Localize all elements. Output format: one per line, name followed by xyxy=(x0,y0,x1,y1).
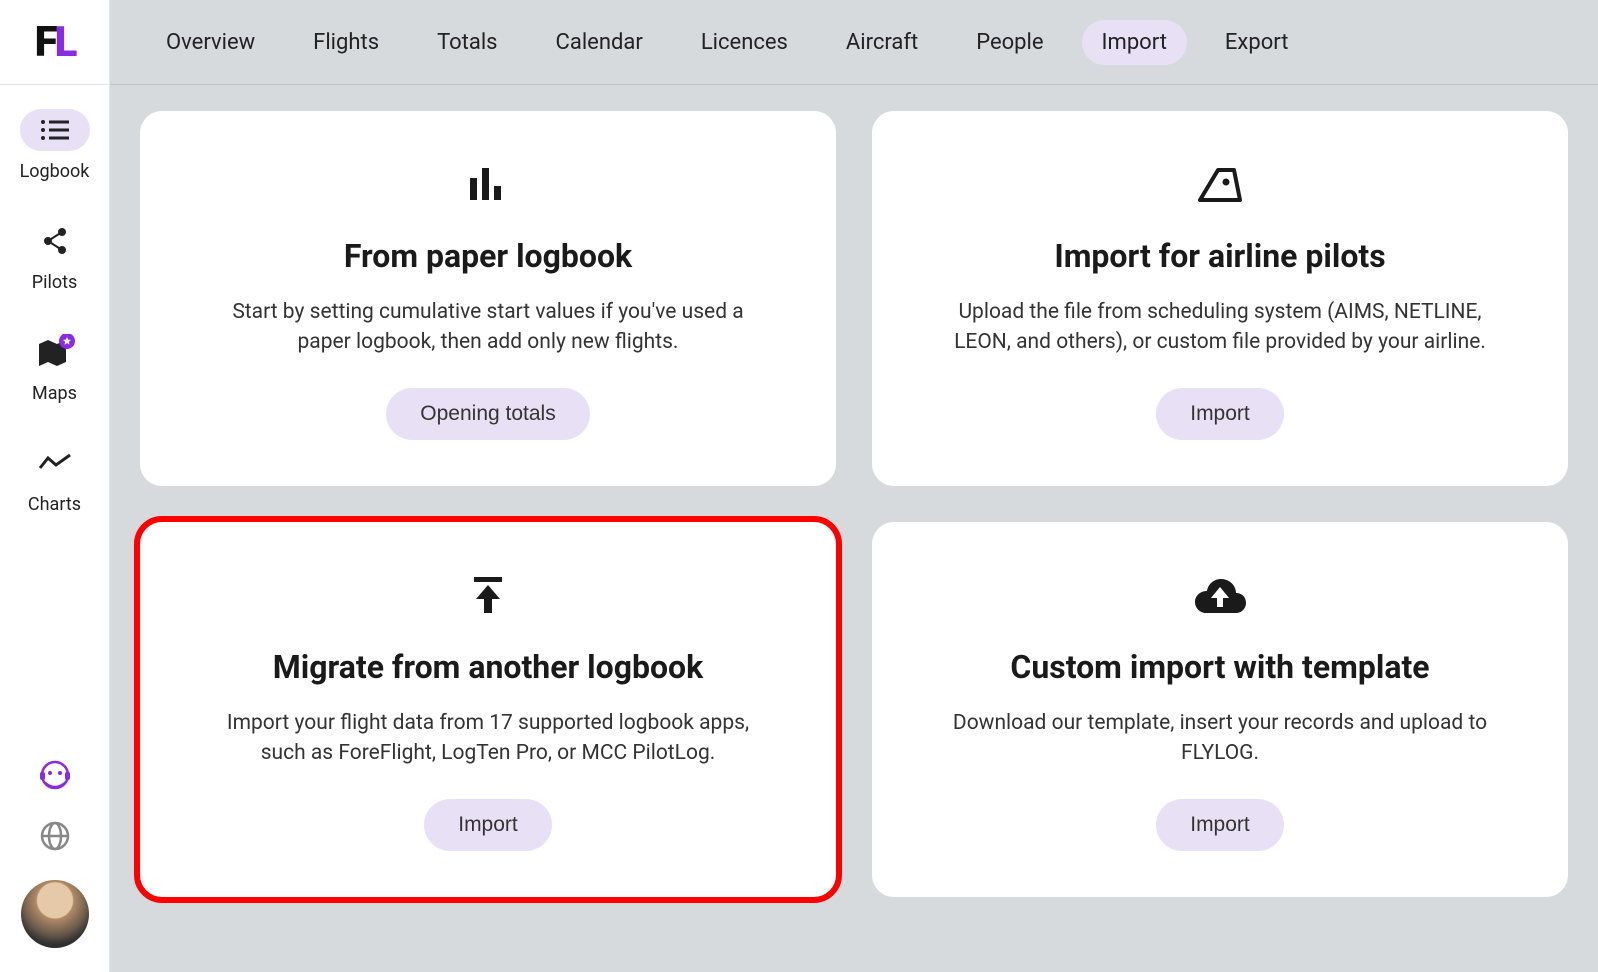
side-nav: Logbook Pilots Maps Charts xyxy=(0,85,109,758)
logo-l: L xyxy=(55,18,75,67)
import-button[interactable]: Import xyxy=(1156,388,1284,440)
card-migrate-logbook: Migrate from another logbook Import your… xyxy=(140,522,836,897)
tab-export[interactable]: Export xyxy=(1205,20,1309,65)
tab-licences[interactable]: Licences xyxy=(681,20,808,65)
sidebar-bottom xyxy=(21,758,89,972)
support-icon[interactable] xyxy=(38,758,72,792)
card-desc: Import your flight data from 17 supporte… xyxy=(208,708,768,769)
list-icon xyxy=(20,109,90,151)
sidebar-item-label: Logbook xyxy=(20,161,90,182)
import-cards-grid: From paper logbook Start by setting cumu… xyxy=(110,85,1598,923)
card-paper-logbook: From paper logbook Start by setting cumu… xyxy=(140,111,836,486)
sidebar: FL Logbook Pilots Maps xyxy=(0,0,110,972)
sidebar-item-label: Pilots xyxy=(32,272,78,293)
topnav: Overview Flights Totals Calendar Licence… xyxy=(110,0,1598,85)
card-title: Custom import with template xyxy=(1010,648,1429,686)
card-title: Import for airline pilots xyxy=(1054,237,1385,275)
globe-icon[interactable] xyxy=(39,820,71,852)
tab-flights[interactable]: Flights xyxy=(293,20,399,65)
sidebar-item-logbook[interactable]: Logbook xyxy=(20,109,90,182)
tab-aircraft[interactable]: Aircraft xyxy=(826,20,938,65)
logo[interactable]: FL xyxy=(0,0,109,85)
sidebar-item-charts[interactable]: Charts xyxy=(20,442,90,515)
sidebar-item-label: Charts xyxy=(28,494,81,515)
main: Overview Flights Totals Calendar Licence… xyxy=(110,0,1598,972)
sidebar-item-label: Maps xyxy=(32,383,77,404)
card-airline-pilots: Import for airline pilots Upload the fil… xyxy=(872,111,1568,486)
card-title: Migrate from another logbook xyxy=(273,648,703,686)
tab-people[interactable]: People xyxy=(956,20,1063,65)
import-button[interactable]: Import xyxy=(424,799,552,851)
airline-icon xyxy=(1190,159,1250,209)
import-button[interactable]: Import xyxy=(1156,799,1284,851)
card-desc: Download our template, insert your recor… xyxy=(940,708,1500,769)
bar-chart-icon xyxy=(464,159,512,209)
card-desc: Upload the file from scheduling system (… xyxy=(940,297,1500,358)
cloud-upload-icon xyxy=(1192,570,1248,620)
avatar[interactable] xyxy=(21,880,89,948)
share-icon xyxy=(20,220,90,262)
trend-icon xyxy=(20,442,90,484)
logo-f: F xyxy=(35,18,55,67)
upload-top-icon xyxy=(466,570,510,620)
sidebar-item-maps[interactable]: Maps xyxy=(20,331,90,404)
card-custom-template: Custom import with template Download our… xyxy=(872,522,1568,897)
tab-calendar[interactable]: Calendar xyxy=(536,20,663,65)
card-title: From paper logbook xyxy=(344,237,632,275)
card-desc: Start by setting cumulative start values… xyxy=(208,297,768,358)
map-icon xyxy=(20,331,90,373)
sidebar-item-pilots[interactable]: Pilots xyxy=(20,220,90,293)
tab-totals[interactable]: Totals xyxy=(417,20,517,65)
opening-totals-button[interactable]: Opening totals xyxy=(386,388,589,440)
tab-import[interactable]: Import xyxy=(1082,20,1187,65)
tab-overview[interactable]: Overview xyxy=(146,20,275,65)
